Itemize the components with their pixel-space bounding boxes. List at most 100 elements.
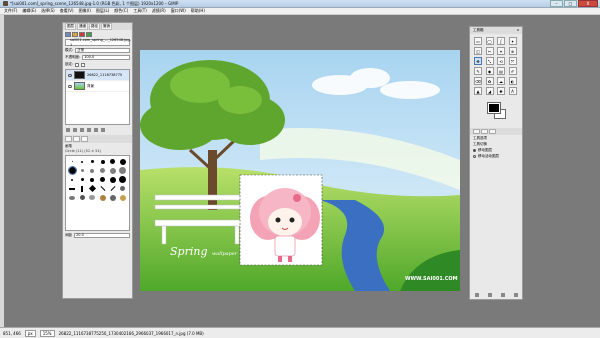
image-selector[interactable]: sai001.com_spring_..._126548.jpg-1 (65, 38, 131, 47)
maximize-button[interactable]: □ (564, 0, 577, 7)
brush-item[interactable] (100, 186, 106, 191)
brush-item[interactable] (67, 166, 77, 175)
ink-tool[interactable]: ✺ (497, 87, 505, 95)
brush-item[interactable] (81, 185, 84, 192)
sharpen-tool[interactable]: ▲ (474, 87, 482, 95)
lock-alpha-checkbox[interactable] (81, 62, 86, 67)
rect-select-tool[interactable]: ▭ (474, 37, 482, 45)
shear-tool[interactable]: ⤧ (508, 57, 517, 65)
restore-options-icon[interactable] (487, 293, 492, 297)
menu-colors[interactable]: 颜色(C) (114, 8, 128, 14)
brush-item[interactable] (100, 177, 106, 182)
brush-item[interactable] (109, 167, 116, 174)
gradients-tab-icon[interactable] (81, 136, 88, 142)
delete-layer-icon[interactable] (101, 127, 105, 132)
brush-item[interactable] (69, 195, 76, 200)
smudge-tool[interactable]: ☁ (497, 77, 505, 85)
lock-pixels-checkbox[interactable] (75, 62, 80, 67)
delete-options-icon[interactable] (500, 293, 505, 297)
undo-history-tab-icon[interactable] (489, 129, 496, 134)
menu-filters[interactable]: 滤镜(R) (152, 8, 166, 14)
brush-item[interactable] (100, 159, 105, 164)
reset-options-icon[interactable] (513, 293, 518, 297)
foreground-color-swatch[interactable] (487, 102, 501, 114)
brush-item[interactable] (90, 177, 95, 182)
eye-icon[interactable] (68, 84, 72, 88)
layer-row[interactable]: 26822_1116738775 (66, 70, 129, 81)
eraser-tool[interactable]: ⌫ (474, 77, 482, 85)
rotate-tool[interactable]: ⟲ (497, 57, 505, 65)
brush-item[interactable] (80, 169, 84, 172)
brush-item[interactable] (110, 186, 116, 191)
brush-item[interactable] (81, 160, 84, 163)
lower-layer-icon[interactable] (80, 127, 84, 132)
menu-select[interactable]: 选择(S) (41, 8, 55, 14)
minimize-button[interactable]: – (550, 0, 563, 7)
brush-item[interactable] (119, 167, 127, 174)
brush-item[interactable] (90, 168, 95, 173)
paintbrush-tool[interactable]: ✐ (508, 67, 517, 75)
move-tool[interactable]: ✥ (474, 57, 482, 65)
tab-channels[interactable]: 通道 (77, 23, 88, 30)
radio-button[interactable] (473, 154, 476, 158)
scissors-tool[interactable]: ✂ (485, 47, 494, 55)
layer-name[interactable]: 背景 (87, 84, 94, 89)
ellipse-select-tool[interactable]: ◯ (485, 37, 494, 45)
channels-tab-icon[interactable] (72, 31, 78, 37)
layer-row[interactable]: 背景 (66, 81, 129, 92)
menu-windows[interactable]: 窗口(W) (171, 8, 186, 14)
close-button[interactable]: X (578, 0, 598, 7)
brush-item[interactable] (110, 159, 116, 164)
color-select-tool[interactable]: ◫ (474, 47, 482, 55)
brush-item[interactable] (109, 194, 116, 201)
radio-button[interactable] (473, 148, 476, 152)
save-options-icon[interactable] (474, 293, 479, 297)
clone-tool[interactable]: ✿ (485, 77, 494, 85)
tab-undo[interactable]: 撤销 (101, 23, 112, 30)
spacing-field[interactable]: 20.0 (74, 233, 130, 238)
layer-name[interactable]: 26822_1116738775 (87, 73, 122, 77)
layers-tab-icon[interactable] (65, 31, 71, 37)
duplicate-layer-icon[interactable] (87, 127, 91, 132)
menu-layer[interactable]: 图层(L) (96, 8, 109, 14)
menu-edit[interactable]: 编辑(E) (22, 8, 36, 14)
toolbox-close-icon[interactable]: x (517, 28, 519, 33)
text-tool[interactable]: A (508, 87, 517, 95)
perspective-tool[interactable]: ◢ (485, 87, 494, 95)
free-select-tool[interactable]: ʃ (497, 37, 505, 45)
brush-item[interactable] (88, 184, 96, 193)
menu-image[interactable]: 图像(I) (79, 8, 91, 14)
brush-item[interactable] (120, 186, 126, 191)
brush-item[interactable] (89, 195, 96, 200)
menu-view[interactable]: 查看(V) (60, 8, 74, 14)
menu-tools[interactable]: 工具(T) (133, 8, 147, 14)
menu-file[interactable]: 文件(F) (4, 8, 17, 14)
brush-item[interactable] (80, 178, 84, 181)
blend-tool[interactable]: ▤ (497, 67, 505, 75)
tab-layers[interactable]: 图层 (65, 23, 76, 30)
option-row[interactable]: 移动活动图层 (470, 153, 522, 159)
mode-select[interactable]: 正常 (75, 48, 130, 53)
raise-layer-icon[interactable] (73, 127, 77, 132)
brush-item[interactable] (69, 187, 76, 190)
device-status-tab-icon[interactable] (481, 129, 488, 134)
brush-item[interactable] (90, 160, 94, 163)
bucket-fill-tool[interactable]: ◆ (485, 67, 494, 75)
brush-item[interactable] (71, 178, 74, 181)
brush-item[interactable] (109, 176, 116, 183)
tool-options-tab-icon[interactable] (473, 129, 480, 134)
image-canvas[interactable]: Spring wallpaper WWW.SAI001.COM (140, 50, 460, 291)
pencil-tool[interactable]: ✎ (474, 67, 482, 75)
brush-item[interactable] (119, 158, 126, 165)
paths-tab-icon[interactable] (79, 31, 85, 37)
anchor-layer-icon[interactable] (94, 127, 98, 132)
brush-item[interactable] (71, 161, 73, 162)
brush-item[interactable] (100, 168, 106, 173)
menu-help[interactable]: 帮助(H) (191, 8, 205, 14)
dodge-burn-tool[interactable]: ◐ (508, 77, 517, 85)
tab-paths[interactable]: 路径 (89, 23, 100, 30)
scale-tool[interactable]: ⤡ (485, 57, 494, 65)
opacity-field[interactable]: 100.0 (82, 55, 130, 60)
color-picker-tool[interactable]: ⌖ (497, 47, 505, 55)
fuzzy-select-tool[interactable]: ✦ (508, 37, 517, 45)
